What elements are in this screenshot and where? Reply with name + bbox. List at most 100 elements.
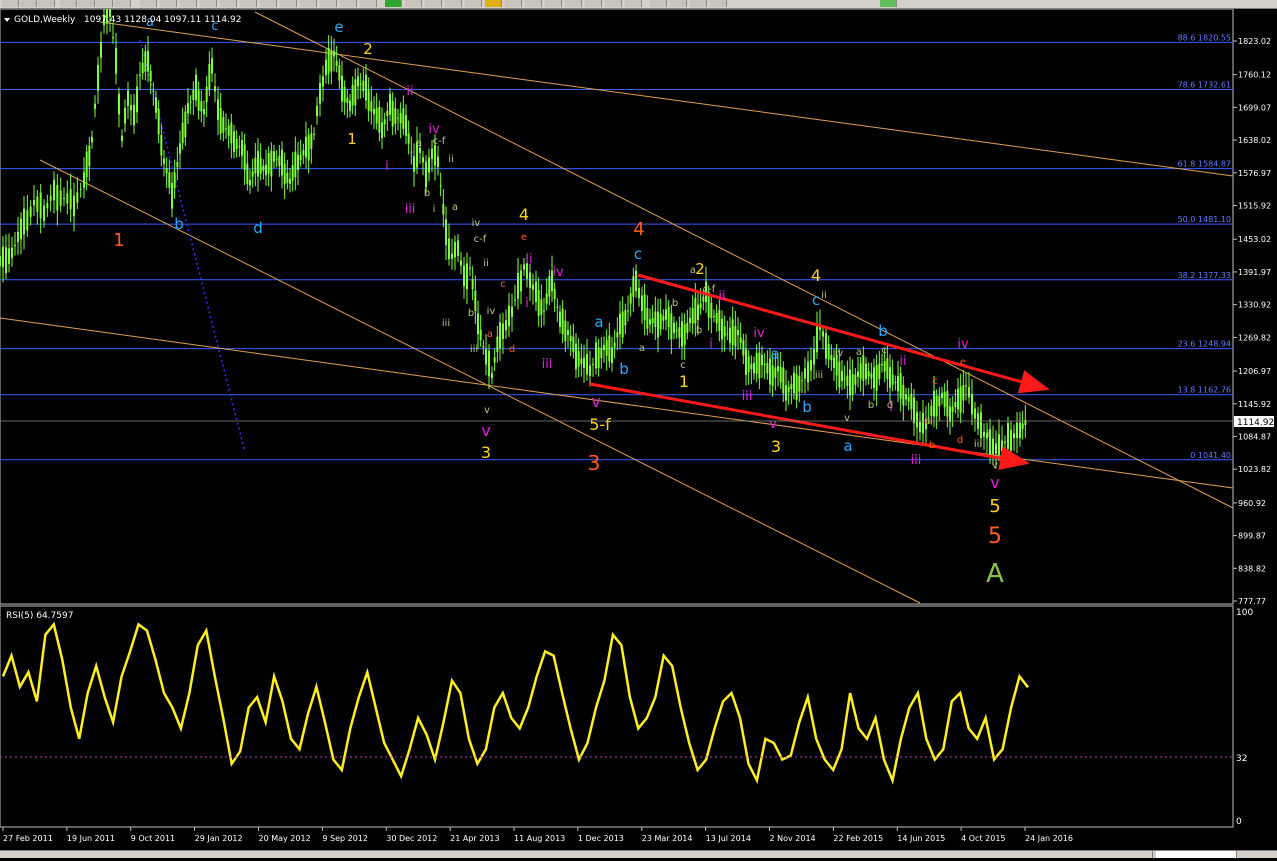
toolbar-button[interactable]: [670, 0, 687, 7]
price-bar: [445, 219, 447, 246]
toolbar-button[interactable]: [320, 0, 337, 7]
price-bar: [654, 311, 657, 327]
toolbar-button[interactable]: [650, 0, 667, 7]
toolbar-button[interactable]: [340, 0, 357, 7]
wave-label: iii: [911, 453, 922, 468]
price-bar: [865, 363, 867, 380]
toolbar-button[interactable]: [140, 0, 157, 7]
wave-label: c-f: [433, 136, 446, 147]
toolbar-button[interactable]: [60, 0, 77, 7]
price-bar: [807, 361, 809, 383]
price-bar: [173, 172, 176, 188]
toolbar-button[interactable]: [465, 0, 482, 7]
toolbar-button[interactable]: [425, 0, 442, 7]
price-bar: [299, 154, 302, 161]
toolbar-button[interactable]: [445, 0, 462, 7]
price-bar: [798, 376, 801, 392]
price-bar: [699, 303, 702, 309]
wave-label: 5: [988, 524, 1002, 549]
price-bar: [219, 107, 222, 134]
price-bar: [297, 154, 299, 171]
price-bar: [2, 246, 4, 268]
toolbar-button[interactable]: [405, 0, 422, 7]
price-bar: [349, 100, 351, 111]
price-chart-svg[interactable]: 88.6 1820.55 78.6 1732.61 61.8 1584.87 50.0…: [0, 0, 1277, 857]
price-bar: [294, 151, 297, 178]
toolbar-button[interactable]: [38, 0, 55, 7]
toolbar-button[interactable]: [200, 0, 217, 7]
price-bar: [130, 104, 132, 111]
price-bar: [822, 331, 824, 337]
price-bar: [729, 327, 731, 344]
price-bar: [36, 196, 39, 212]
price-bar: [305, 136, 307, 158]
fib-label: 78.6 1732.61: [1178, 80, 1231, 89]
price-bar: [922, 412, 924, 434]
price-bar: [66, 193, 69, 204]
toolbar-button[interactable]: [585, 0, 602, 7]
wave-label: ii: [718, 289, 725, 304]
price-bar: [97, 65, 99, 91]
rsi-label: RSI(5) 64.7597: [6, 611, 73, 621]
toolbar-button[interactable]: [525, 0, 542, 7]
price-bar: [394, 108, 397, 124]
time-tick-label: 1 Dec 2013: [578, 834, 624, 843]
toolbar-button[interactable]: [96, 0, 113, 7]
price-bar: [141, 62, 144, 74]
toolbar-button[interactable]: [545, 0, 562, 7]
toolbar-button[interactable]: [300, 0, 317, 7]
price-bar: [755, 352, 758, 374]
wave-label: d: [957, 435, 963, 446]
toolbar-button[interactable]: [114, 0, 131, 7]
toolbar-button[interactable]: [360, 0, 377, 7]
price-bar: [873, 367, 875, 388]
price-bar: [448, 238, 450, 260]
toolbar-button[interactable]: [880, 0, 897, 7]
toolbar-button[interactable]: [690, 0, 707, 7]
wave-label: e: [334, 18, 343, 36]
price-bar: [933, 390, 935, 417]
toolbar-button[interactable]: [240, 0, 257, 7]
price-bar: [946, 390, 949, 417]
price-bar: [17, 231, 19, 243]
price-bar: [197, 90, 200, 111]
toolbar-button[interactable]: [565, 0, 582, 7]
chart-window[interactable]: 88.6 1820.55 78.6 1732.61 61.8 1584.87 50.0…: [0, 0, 1277, 857]
wave-label: i: [385, 159, 389, 174]
toolbar-button[interactable]: [78, 0, 95, 7]
time-tick-label: 21 Apr 2013: [450, 834, 499, 843]
wave-label: 4: [633, 219, 644, 240]
price-bar: [611, 347, 613, 364]
price-bar: [665, 309, 667, 320]
folder-icon[interactable]: [485, 0, 502, 7]
price-bar: [662, 315, 665, 321]
toolbar-button[interactable]: [180, 0, 197, 7]
price-bar: [118, 93, 120, 115]
toolbar-button[interactable]: [625, 0, 642, 7]
toolbar-button[interactable]: [280, 0, 297, 7]
price-bar: [883, 361, 886, 372]
wave-label: b: [696, 325, 702, 336]
toolbar-button[interactable]: [220, 0, 237, 7]
price-bar: [894, 381, 897, 383]
toolbar-button[interactable]: [20, 0, 37, 7]
price-bar: [910, 393, 913, 410]
price-bar: [214, 86, 216, 92]
price-bar: [857, 371, 859, 377]
toolbar-button[interactable]: [2, 0, 19, 7]
price-bar: [951, 406, 954, 412]
toolbar-button[interactable]: [605, 0, 622, 7]
add-icon[interactable]: [385, 0, 402, 7]
price-bar: [646, 308, 649, 329]
toolbar: [0, 0, 1277, 9]
toolbar-button[interactable]: [260, 0, 277, 7]
wave-label: A: [986, 559, 1004, 589]
price-bar: [641, 295, 643, 311]
toolbar-button[interactable]: [160, 0, 177, 7]
toolbar-button[interactable]: [505, 0, 522, 7]
price-bar: [46, 203, 49, 209]
time-tick-label: 20 May 2012: [259, 834, 311, 843]
toolbar-button[interactable]: [710, 0, 727, 7]
price-bar: [69, 188, 72, 210]
price-bar: [341, 75, 343, 102]
